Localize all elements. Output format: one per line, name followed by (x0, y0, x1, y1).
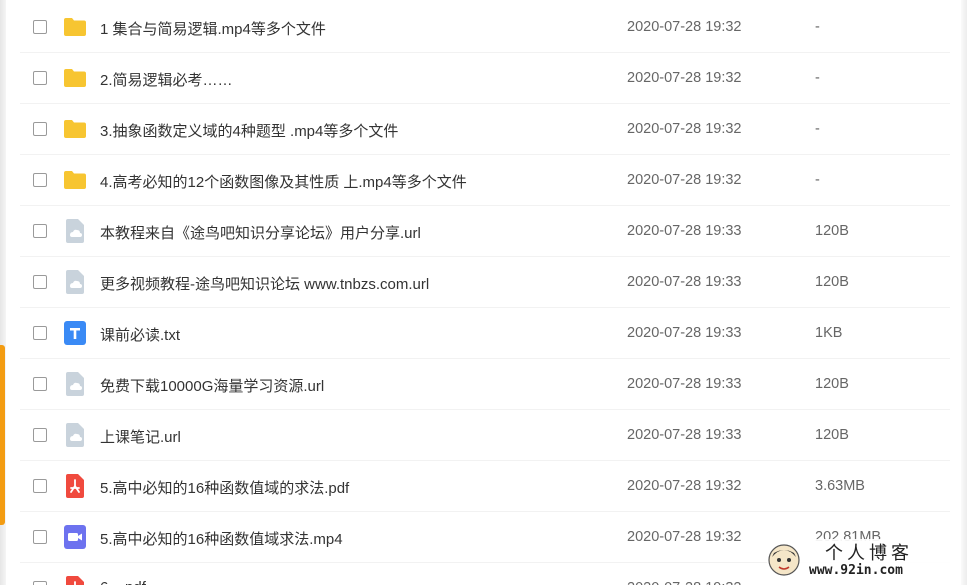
pdf-file-icon (63, 474, 87, 498)
file-modified-time: 2020-07-28 19:32 (627, 478, 742, 494)
file-row[interactable]: 2.简易逻辑必考…… 2020-07-28 19:32 - (20, 53, 950, 104)
file-name[interactable]: 课前必读.txt (100, 324, 180, 345)
file-name[interactable]: 更多视频教程-途鸟吧知识论坛 www.tnbzs.com.url (100, 273, 429, 294)
file-size: - (815, 172, 820, 188)
row-checkbox[interactable] (33, 479, 47, 493)
file-name[interactable]: 5.高中必知的16种函数值域的求法.pdf (100, 477, 349, 498)
folder-icon (63, 67, 87, 89)
file-size: - (815, 19, 820, 35)
file-size: 120B (815, 376, 849, 392)
row-checkbox[interactable] (33, 581, 47, 585)
url-file-icon (63, 219, 87, 243)
row-checkbox[interactable] (33, 71, 47, 85)
left-panel-accent (0, 345, 5, 525)
file-size: 1KB (815, 325, 843, 341)
watermark-avatar-icon (768, 544, 800, 576)
file-name[interactable]: 3.抽象函数定义域的4种题型 .mp4等多个文件 (100, 120, 398, 141)
file-modified-time: 2020-07-28 19:32 (627, 529, 742, 545)
folder-icon (63, 16, 87, 38)
video-file-icon (63, 525, 87, 549)
row-checkbox[interactable] (33, 173, 47, 187)
file-modified-time: 2020-07-28 19:33 (627, 325, 742, 341)
file-modified-time: 2020-07-28 19:32 (627, 70, 742, 86)
file-row[interactable]: 4.高考必知的12个函数图像及其性质 上.mp4等多个文件 2020-07-28… (20, 155, 950, 206)
file-row[interactable]: 5.高中必知的16种函数值域的求法.pdf 2020-07-28 19:32 3… (20, 461, 950, 512)
row-checkbox[interactable] (33, 377, 47, 391)
row-checkbox[interactable] (33, 530, 47, 544)
file-modified-time: 2020-07-28 19:32 (627, 580, 742, 585)
file-size: - (815, 70, 820, 86)
row-checkbox[interactable] (33, 326, 47, 340)
file-modified-time: 2020-07-28 19:33 (627, 376, 742, 392)
row-checkbox[interactable] (33, 275, 47, 289)
file-modified-time: 2020-07-28 19:33 (627, 427, 742, 443)
file-name[interactable]: 5.高中必知的16种函数值域求法.mp4 (100, 528, 343, 549)
file-name[interactable]: 上课笔记.url (100, 426, 181, 447)
row-checkbox[interactable] (33, 20, 47, 34)
file-name[interactable]: 免费下载10000G海量学习资源.url (100, 375, 324, 396)
file-size: - (815, 121, 820, 137)
row-checkbox[interactable] (33, 122, 47, 136)
url-file-icon (63, 372, 87, 396)
row-checkbox[interactable] (33, 428, 47, 442)
file-name[interactable]: 1 集合与简易逻辑.mp4等多个文件 (100, 18, 326, 39)
file-size: 120B (815, 427, 849, 443)
file-row[interactable]: 3.抽象函数定义域的4种题型 .mp4等多个文件 2020-07-28 19:3… (20, 104, 950, 155)
file-row[interactable]: 上课笔记.url 2020-07-28 19:33 120B (20, 410, 950, 461)
file-row[interactable]: 1 集合与简易逻辑.mp4等多个文件 2020-07-28 19:32 - (20, 2, 950, 53)
file-name[interactable]: 4.高考必知的12个函数图像及其性质 上.mp4等多个文件 (100, 171, 467, 192)
file-modified-time: 2020-07-28 19:33 (627, 223, 742, 239)
watermark-title: 个人博客 (825, 543, 913, 564)
file-name[interactable]: 6....pdf (100, 579, 146, 585)
file-size: 3.63MB (815, 478, 865, 494)
file-name[interactable]: 2.简易逻辑必考…… (100, 69, 233, 90)
file-row[interactable]: 更多视频教程-途鸟吧知识论坛 www.tnbzs.com.url 2020-07… (20, 257, 950, 308)
folder-icon (63, 118, 87, 140)
file-modified-time: 2020-07-28 19:32 (627, 172, 742, 188)
file-modified-time: 2020-07-28 19:32 (627, 19, 742, 35)
file-list: 1 集合与简易逻辑.mp4等多个文件 2020-07-28 19:32 - 2.… (20, 0, 950, 585)
row-checkbox[interactable] (33, 224, 47, 238)
txt-file-icon (63, 321, 87, 345)
url-file-icon (63, 423, 87, 447)
watermark: 个人博客 www.92in.com (767, 539, 957, 581)
file-row[interactable]: 本教程来自《途鸟吧知识分享论坛》用户分享.url 2020-07-28 19:3… (20, 206, 950, 257)
file-size: 120B (815, 274, 849, 290)
file-row[interactable]: 免费下载10000G海量学习资源.url 2020-07-28 19:33 12… (20, 359, 950, 410)
file-modified-time: 2020-07-28 19:33 (627, 274, 742, 290)
file-modified-time: 2020-07-28 19:32 (627, 121, 742, 137)
file-row[interactable]: 课前必读.txt 2020-07-28 19:33 1KB (20, 308, 950, 359)
pdf-file-icon (63, 576, 87, 585)
scrollbar-track[interactable] (961, 0, 967, 585)
file-size: 120B (815, 223, 849, 239)
watermark-url: www.92in.com (809, 563, 903, 578)
url-file-icon (63, 270, 87, 294)
folder-icon (63, 169, 87, 191)
file-name[interactable]: 本教程来自《途鸟吧知识分享论坛》用户分享.url (100, 222, 421, 243)
